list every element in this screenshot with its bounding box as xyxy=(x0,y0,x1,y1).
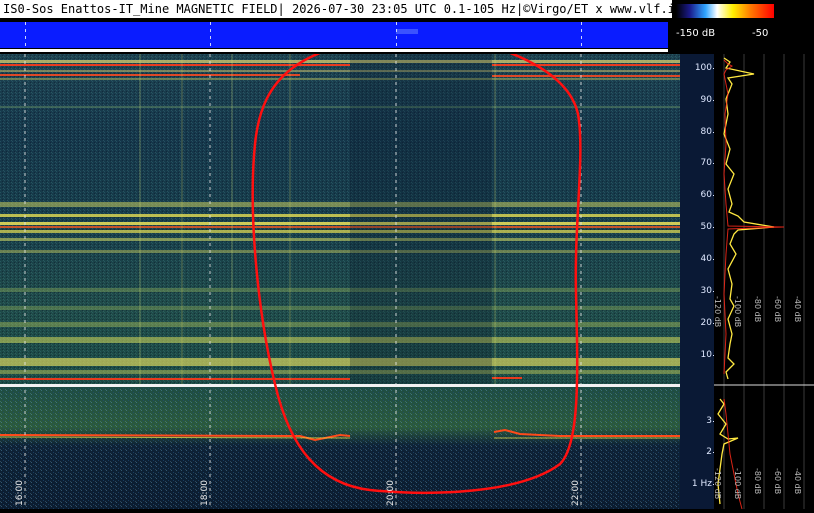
freq-tick: 10 xyxy=(700,350,717,360)
freq-tick: 70 xyxy=(700,158,717,168)
time-label: 18:00 xyxy=(200,480,210,506)
blue-band-divider xyxy=(25,22,26,48)
color-scale-min: -150 dB xyxy=(676,28,716,39)
color-scale-max: -50 xyxy=(752,28,769,39)
db-label: -40 dB xyxy=(793,296,802,323)
freq-tick: 90 xyxy=(700,95,717,105)
freq-tick: 30 xyxy=(700,286,717,296)
db-label: -80 dB xyxy=(753,468,762,495)
color-scale-bar xyxy=(676,4,774,18)
time-label: 16:00 xyxy=(15,480,25,506)
spectrogram xyxy=(0,54,680,509)
db-label: -60 dB xyxy=(773,468,782,495)
freq-tick: 60 xyxy=(700,190,717,200)
freq-tick: 50 xyxy=(700,222,717,232)
blue-band-divider xyxy=(210,22,211,48)
freq-tick: 40 xyxy=(700,254,717,264)
time-label: 20:00 xyxy=(386,480,396,506)
blue-band-highlight xyxy=(396,29,418,34)
separator-line xyxy=(0,49,668,52)
db-label: -80 dB xyxy=(753,296,762,323)
frequency-axis: 100 90 80 70 60 50 40 30 20 10 3 2 1 Hz xyxy=(680,54,717,509)
spectrum-profile-panel xyxy=(714,54,814,510)
freq-tick: 2 xyxy=(706,447,716,457)
db-label: -120 dB xyxy=(713,468,722,500)
blue-band xyxy=(0,22,668,48)
freq-tick: 1 Hz xyxy=(691,479,717,489)
db-label: -60 dB xyxy=(773,296,782,323)
freq-tick: 3 xyxy=(706,416,716,426)
blue-band-divider xyxy=(581,22,582,48)
db-label: -100 dB xyxy=(733,468,742,500)
spectrogram-title: IS0-Sos Enattos-IT_Mine MAGNETIC FIELD| … xyxy=(0,0,672,18)
time-label: 22:00 xyxy=(571,480,581,506)
db-label: -40 dB xyxy=(793,468,802,495)
freq-tick: 100 xyxy=(694,63,717,73)
blue-band-divider xyxy=(396,22,397,48)
freq-tick: 20 xyxy=(700,318,717,328)
db-label: -120 dB xyxy=(713,296,722,328)
freq-tick: 80 xyxy=(700,127,717,137)
db-label: -100 dB xyxy=(733,296,742,328)
